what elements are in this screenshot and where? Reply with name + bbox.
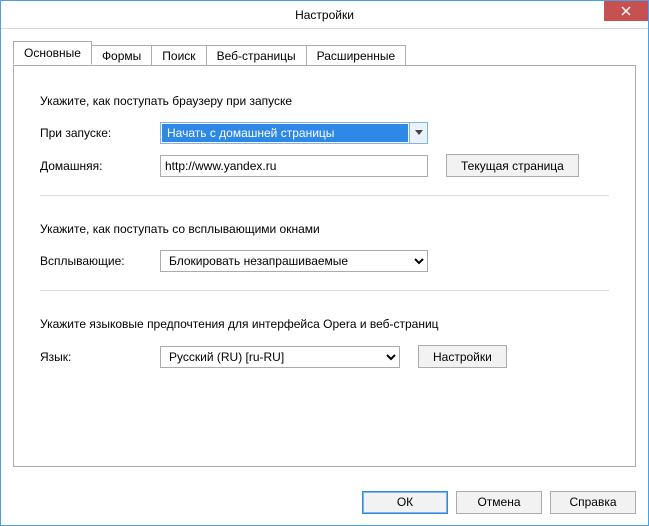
- dialog-footer: ОК Отмена Справка: [1, 479, 648, 525]
- separator: [40, 290, 609, 291]
- on-startup-dropdown-button[interactable]: [409, 123, 427, 143]
- settings-window: Настройки Основные Формы Поиск Веб-стран…: [0, 0, 649, 526]
- startup-desc: Укажите, как поступать браузеру при запу…: [40, 94, 609, 108]
- popups-select[interactable]: Блокировать незапрашиваемые: [160, 250, 428, 272]
- dialog-body: Основные Формы Поиск Веб-страницы Расшир…: [1, 29, 648, 479]
- close-icon: [621, 6, 631, 16]
- language-label: Язык:: [40, 350, 160, 364]
- tab-forms[interactable]: Формы: [91, 45, 152, 66]
- chevron-down-icon: [415, 130, 423, 136]
- language-settings-button[interactable]: Настройки: [418, 345, 507, 368]
- tabpanel-general: Укажите, как поступать браузеру при запу…: [13, 65, 636, 467]
- popups-label: Всплывающие:: [40, 254, 160, 268]
- tab-general[interactable]: Основные: [13, 41, 92, 65]
- tab-advanced[interactable]: Расширенные: [306, 45, 407, 66]
- close-button[interactable]: [604, 1, 648, 21]
- separator: [40, 195, 609, 196]
- homepage-label: Домашняя:: [40, 159, 160, 173]
- language-desc: Укажите языковые предпочтения для интерф…: [40, 317, 609, 331]
- homepage-input[interactable]: [160, 155, 428, 177]
- ok-button[interactable]: ОК: [362, 491, 448, 514]
- row-on-startup: При запуске: Начать с домашней страницы: [40, 122, 609, 144]
- tab-webpages[interactable]: Веб-страницы: [206, 45, 307, 66]
- help-button[interactable]: Справка: [550, 491, 636, 514]
- tab-search[interactable]: Поиск: [151, 45, 206, 66]
- row-language: Язык: Русский (RU) [ru-RU] Настройки: [40, 345, 609, 368]
- window-title: Настройки: [295, 8, 354, 22]
- on-startup-value: Начать с домашней страницы: [162, 124, 408, 142]
- language-select[interactable]: Русский (RU) [ru-RU]: [160, 346, 400, 368]
- tabstrip: Основные Формы Поиск Веб-страницы Расшир…: [13, 41, 636, 65]
- row-homepage: Домашняя: Текущая страница: [40, 154, 609, 177]
- popups-desc: Укажите, как поступать со всплывающими о…: [40, 222, 609, 236]
- on-startup-select[interactable]: Начать с домашней страницы: [160, 122, 428, 144]
- cancel-button[interactable]: Отмена: [456, 491, 542, 514]
- on-startup-label: При запуске:: [40, 126, 160, 140]
- row-popups: Всплывающие: Блокировать незапрашиваемые: [40, 250, 609, 272]
- current-page-button[interactable]: Текущая страница: [446, 154, 579, 177]
- titlebar: Настройки: [1, 1, 648, 29]
